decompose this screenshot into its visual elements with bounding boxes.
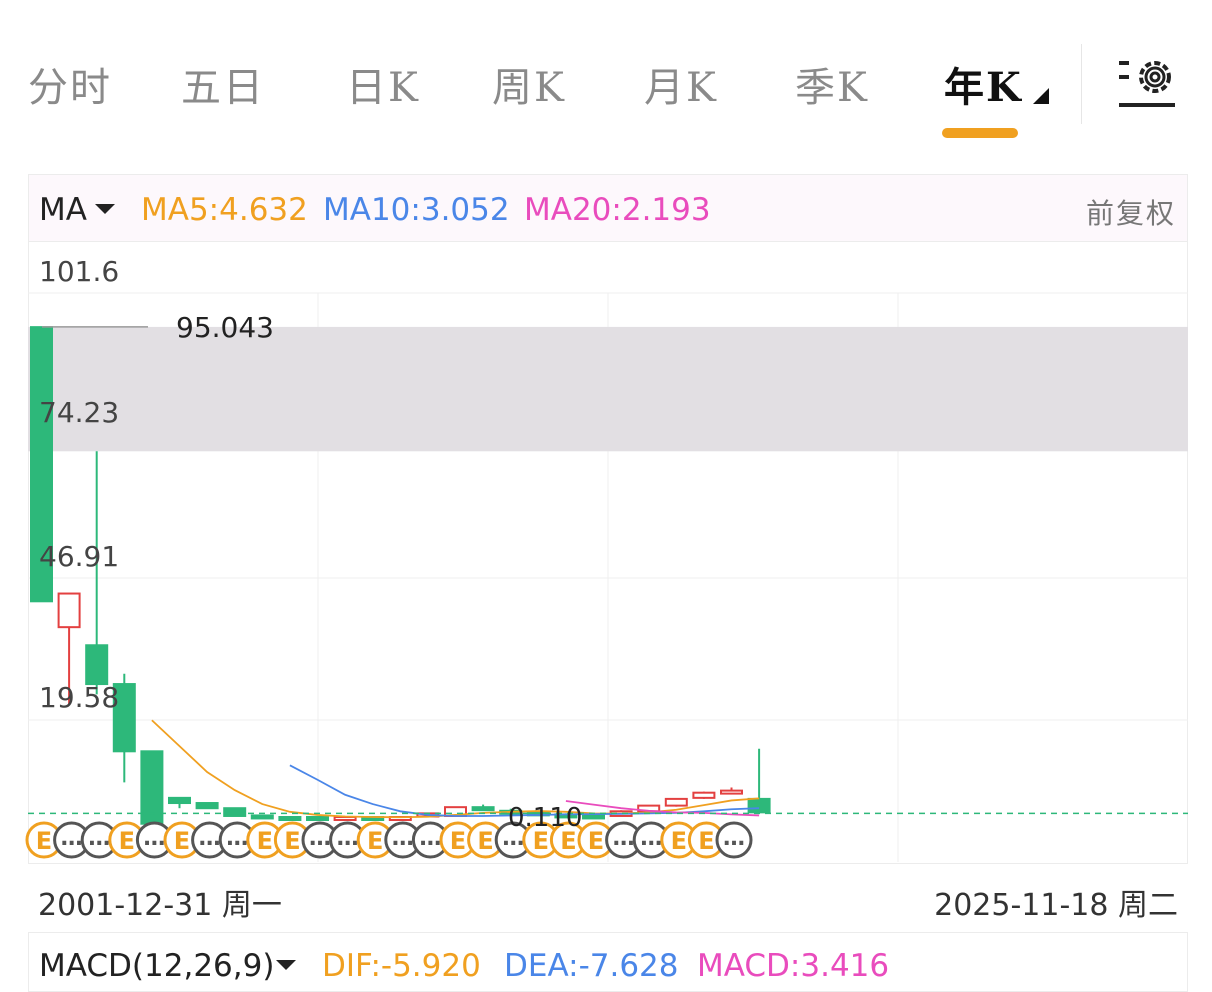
price-adjust-button[interactable]: 前复权 xyxy=(1086,192,1176,232)
legend-ma5: MA5:4.632 xyxy=(141,192,308,228)
dropdown-caret-icon[interactable] xyxy=(95,204,115,214)
tab-intraday[interactable]: 分时 xyxy=(28,55,112,113)
dropdown-caret-icon[interactable] xyxy=(276,960,296,970)
kline-chart-panel[interactable] xyxy=(28,174,1188,864)
start-date-label: 2001-12-31 周一 xyxy=(38,888,282,923)
macd-dif: DIF:-5.920 xyxy=(322,948,481,984)
y-tick-label: 19.58 xyxy=(39,681,120,714)
tab-weekly-k[interactable]: 周K xyxy=(492,55,566,113)
tab-daily-k[interactable]: 日K xyxy=(346,55,420,113)
tab-five-day[interactable]: 五日 xyxy=(181,55,265,113)
legend-ma10: MA10:3.052 xyxy=(323,192,510,228)
indicator-dropdown[interactable]: MA xyxy=(39,192,87,228)
caret-down-icon[interactable] xyxy=(1033,88,1049,104)
tab-monthly-k[interactable]: 月K xyxy=(644,55,718,113)
tab-yearly-k[interactable]: 年K xyxy=(944,55,1023,113)
macd-dea: DEA:-7.628 xyxy=(504,948,679,984)
y-tick-label: 101.6 xyxy=(39,255,120,288)
y-tick-label: 46.91 xyxy=(39,540,120,573)
active-tab-indicator xyxy=(942,128,1018,138)
y-tick-label: 74.23 xyxy=(39,396,120,429)
settings-gear-icon[interactable] xyxy=(1115,55,1179,111)
macd-value: MACD:3.416 xyxy=(697,948,890,984)
tab-quarterly-k[interactable]: 季K xyxy=(795,55,869,113)
end-date-label: 2025-11-18 周二 xyxy=(934,888,1178,923)
tab-divider xyxy=(1081,44,1082,124)
period-tabs: 分时 五日 日K 周K 月K 季K 年K xyxy=(0,0,1212,150)
macd-indicator-dropdown[interactable]: MACD(12,26,9) xyxy=(39,948,274,984)
legend-ma20: MA20:2.193 xyxy=(524,192,711,228)
